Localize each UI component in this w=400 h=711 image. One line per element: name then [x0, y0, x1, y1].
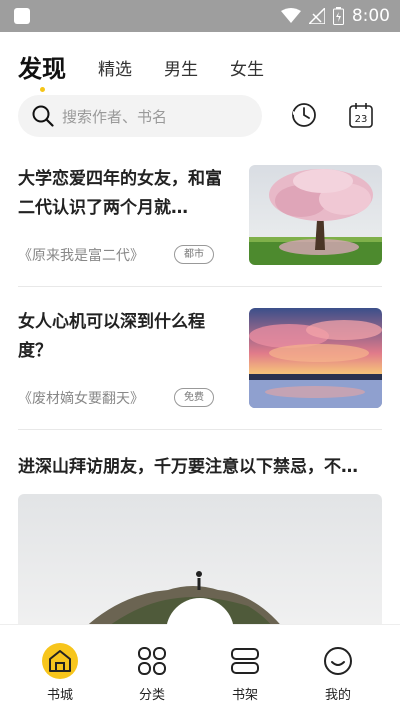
article-source: 《原来我是富二代》: [18, 248, 144, 264]
bookshelf-icon: [231, 648, 259, 674]
article-card[interactable]: 大学恋爱四年的女友，和富二代认识了两个月就… 《原来我是富二代》 都市: [18, 165, 382, 265]
status-bar: 8:00: [0, 0, 400, 32]
tab-male[interactable]: 男生: [164, 58, 198, 86]
calendar-day: 23: [355, 114, 368, 125]
nav-center-hump: [166, 598, 234, 666]
wifi-icon: [280, 8, 301, 23]
article-title: 女人心机可以深到什么程度？: [18, 312, 205, 361]
article-title: 大学恋爱四年的女友，和富二代认识了两个月就…: [18, 169, 222, 218]
calendar-button[interactable]: 23: [347, 101, 375, 129]
notification-icon: [14, 8, 30, 24]
genre-tag: 免费: [174, 388, 214, 407]
article-thumbnail: [249, 165, 382, 265]
article-source: 《废材嫡女要翻天》: [18, 391, 144, 407]
search-icon: [32, 105, 54, 127]
grid-icon: [138, 647, 166, 675]
clock-icon: [292, 103, 316, 127]
nav-label: 书城: [46, 688, 73, 703]
nav-label: 我的: [324, 688, 351, 703]
article-title[interactable]: 进深山拜访朋友，千万要注意以下禁忌，不…: [18, 452, 382, 477]
top-tabs: 发现 精选 男生 女生: [18, 46, 296, 92]
search-bar[interactable]: 搜索作者、书名: [18, 95, 262, 137]
tab-featured[interactable]: 精选: [98, 58, 132, 86]
active-tab-dot: [40, 87, 45, 92]
article-card[interactable]: 女人心机可以深到什么程度？ 《废材嫡女要翻天》 免费: [18, 308, 382, 408]
nav-bookstore[interactable]: 书城: [30, 643, 90, 703]
home-icon: [49, 650, 71, 672]
genre-tag: 都市: [174, 245, 214, 264]
divider: [18, 286, 382, 287]
search-placeholder: 搜索作者、书名: [62, 107, 168, 126]
article-thumbnail: [249, 308, 382, 408]
status-time: 8:00: [351, 6, 390, 26]
history-button[interactable]: [290, 101, 318, 129]
calendar-icon: 23: [349, 103, 373, 128]
nav-label: 书架: [231, 688, 258, 703]
signal-icon: [308, 8, 325, 24]
nav-profile[interactable]: 我的: [308, 643, 368, 703]
tab-female[interactable]: 女生: [230, 58, 264, 86]
tab-label: 发现: [18, 55, 66, 83]
battery-icon: [332, 7, 344, 25]
tab-discover[interactable]: 发现: [18, 54, 66, 92]
smile-icon: [324, 647, 352, 675]
divider: [18, 429, 382, 430]
nav-label: 分类: [138, 688, 165, 703]
